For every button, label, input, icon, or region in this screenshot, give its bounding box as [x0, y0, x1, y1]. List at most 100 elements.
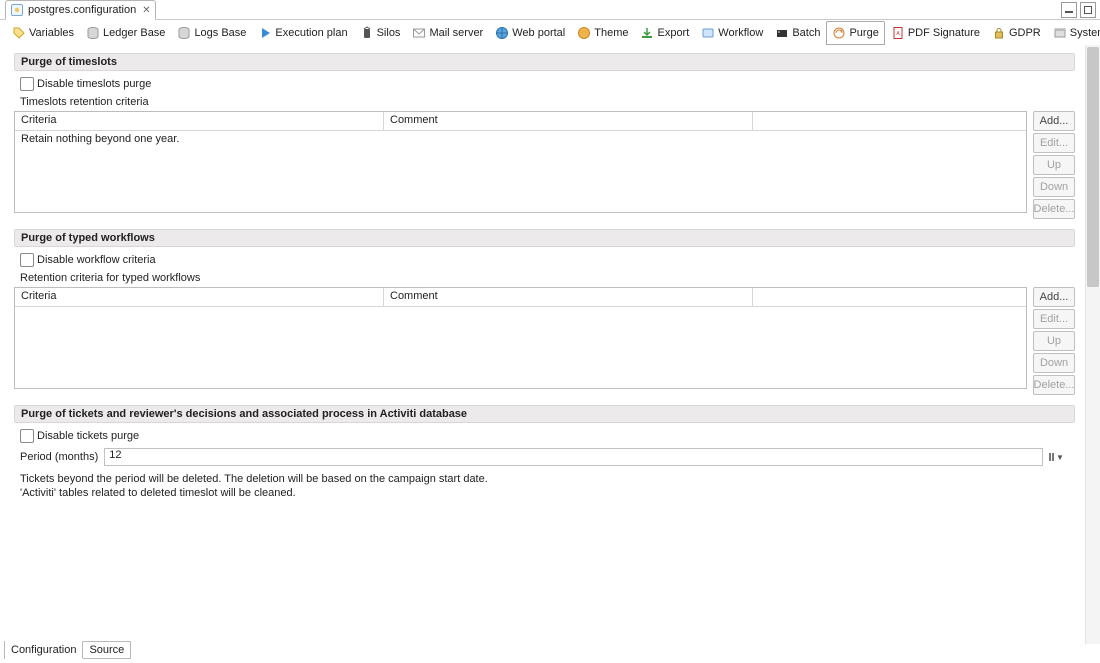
- theme-icon: [577, 26, 591, 40]
- tab-label: Mail server: [429, 27, 483, 39]
- tickets-note: Tickets beyond the period will be delete…: [14, 469, 1075, 501]
- bottom-tab-configuration[interactable]: Configuration: [5, 641, 83, 659]
- tab-label: System: [1070, 27, 1100, 39]
- col-criteria: Criteria: [15, 112, 384, 130]
- col-rest: [753, 288, 1026, 306]
- tab-theme[interactable]: Theme: [571, 21, 634, 45]
- close-icon[interactable]: ✕: [142, 5, 150, 16]
- db-icon: [86, 26, 100, 40]
- tab-label: Batch: [792, 27, 820, 39]
- period-value: 12: [109, 449, 121, 461]
- add-button[interactable]: Add...: [1033, 111, 1075, 131]
- col-comment: Comment: [384, 288, 753, 306]
- toolbar-tabs: Variables Ledger Base Logs Base Executio…: [0, 20, 1100, 45]
- tab-workflow[interactable]: Workflow: [695, 21, 769, 45]
- tab-ledger-base[interactable]: Ledger Base: [80, 21, 171, 45]
- col-rest: [753, 112, 1026, 130]
- play-icon: [258, 26, 272, 40]
- typed-workflows-criteria-table[interactable]: Criteria Comment: [14, 287, 1027, 389]
- tab-export[interactable]: Export: [634, 21, 695, 45]
- bottom-tabs: Configuration Source: [4, 641, 131, 659]
- tab-execution-plan[interactable]: Execution plan: [252, 21, 353, 45]
- tab-gdpr[interactable]: GDPR: [986, 21, 1047, 45]
- disable-workflow-label: Disable workflow criteria: [37, 254, 156, 266]
- chevron-down-icon: ▼: [1056, 453, 1064, 462]
- section-header-tickets: Purge of tickets and reviewer's decision…: [14, 405, 1075, 423]
- section-header-typed-workflows: Purge of typed workflows: [14, 229, 1075, 247]
- batch-icon: [775, 26, 789, 40]
- section-header-timeslots: Purge of timeslots: [14, 53, 1075, 71]
- col-criteria: Criteria: [15, 288, 384, 306]
- window-controls: [1061, 2, 1096, 18]
- cell-criteria: Retain nothing beyond one year.: [15, 131, 383, 147]
- file-tab-title: postgres.configuration: [28, 4, 136, 16]
- tab-batch[interactable]: Batch: [769, 21, 826, 45]
- tab-silos[interactable]: Silos: [354, 21, 407, 45]
- tab-label: Variables: [29, 27, 74, 39]
- content-area: Purge of timeslots Disable timeslots pur…: [0, 45, 1085, 644]
- period-spinner[interactable]: ▼: [1049, 449, 1075, 465]
- tag-icon: [12, 26, 26, 40]
- bottom-tab-source[interactable]: Source: [83, 641, 131, 659]
- tab-logs-base[interactable]: Logs Base: [171, 21, 252, 45]
- tab-label: Purge: [849, 27, 878, 39]
- tab-label: GDPR: [1009, 27, 1041, 39]
- delete-button[interactable]: Delete...: [1033, 375, 1075, 395]
- disable-tickets-label: Disable tickets purge: [37, 430, 139, 442]
- typed-workflows-button-column: Add... Edit... Up Down Delete...: [1033, 287, 1075, 395]
- tab-label: Ledger Base: [103, 27, 165, 39]
- edit-button[interactable]: Edit...: [1033, 309, 1075, 329]
- disable-timeslots-label: Disable timeslots purge: [37, 78, 151, 90]
- minimize-button[interactable]: [1061, 2, 1077, 18]
- up-button[interactable]: Up: [1033, 155, 1075, 175]
- tab-web-portal[interactable]: Web portal: [489, 21, 571, 45]
- down-button[interactable]: Down: [1033, 177, 1075, 197]
- table-row[interactable]: Retain nothing beyond one year.: [15, 131, 1026, 147]
- tab-label: Execution plan: [275, 27, 347, 39]
- typed-workflows-criteria-label: Retention criteria for typed workflows: [14, 269, 1075, 287]
- file-tab-strip: postgres.configuration ✕: [0, 0, 1100, 20]
- tab-label: Workflow: [718, 27, 763, 39]
- tab-pdf-signature[interactable]: A PDF Signature: [885, 21, 986, 45]
- tab-variables[interactable]: Variables: [6, 21, 80, 45]
- scrollbar-thumb[interactable]: [1087, 47, 1099, 287]
- file-tab[interactable]: postgres.configuration ✕: [5, 0, 156, 20]
- tab-label: Silos: [377, 27, 401, 39]
- maximize-button[interactable]: [1080, 2, 1096, 18]
- lock-icon: [992, 26, 1006, 40]
- table-header: Criteria Comment: [15, 112, 1026, 131]
- tab-label: Web portal: [512, 27, 565, 39]
- add-button[interactable]: Add...: [1033, 287, 1075, 307]
- vertical-scrollbar[interactable]: [1085, 45, 1100, 644]
- tab-system[interactable]: System: [1047, 21, 1100, 45]
- tab-label: Theme: [594, 27, 628, 39]
- period-label: Period (months): [20, 451, 98, 463]
- table-header: Criteria Comment: [15, 288, 1026, 307]
- purge-icon: [832, 26, 846, 40]
- disable-workflow-checkbox[interactable]: [20, 253, 34, 267]
- tab-label: Logs Base: [194, 27, 246, 39]
- globe-icon: [495, 26, 509, 40]
- timeslots-criteria-label: Timeslots retention criteria: [14, 93, 1075, 111]
- up-button[interactable]: Up: [1033, 331, 1075, 351]
- db-icon: [177, 26, 191, 40]
- pdf-icon: A: [891, 26, 905, 40]
- silo-icon: [360, 26, 374, 40]
- tab-label: Export: [657, 27, 689, 39]
- disable-tickets-checkbox[interactable]: [20, 429, 34, 443]
- cell-comment: [383, 131, 751, 147]
- timeslots-button-column: Add... Edit... Up Down Delete...: [1033, 111, 1075, 219]
- timeslots-criteria-table[interactable]: Criteria Comment Retain nothing beyond o…: [14, 111, 1027, 213]
- tab-purge[interactable]: Purge: [826, 21, 884, 45]
- spinner-bars-icon: [1049, 453, 1054, 461]
- col-comment: Comment: [384, 112, 753, 130]
- delete-button[interactable]: Delete...: [1033, 199, 1075, 219]
- period-input[interactable]: 12: [104, 448, 1043, 466]
- down-button[interactable]: Down: [1033, 353, 1075, 373]
- config-file-icon: [10, 3, 24, 17]
- tab-mail-server[interactable]: Mail server: [406, 21, 489, 45]
- edit-button[interactable]: Edit...: [1033, 133, 1075, 153]
- system-icon: [1053, 26, 1067, 40]
- disable-timeslots-checkbox[interactable]: [20, 77, 34, 91]
- mail-icon: [412, 26, 426, 40]
